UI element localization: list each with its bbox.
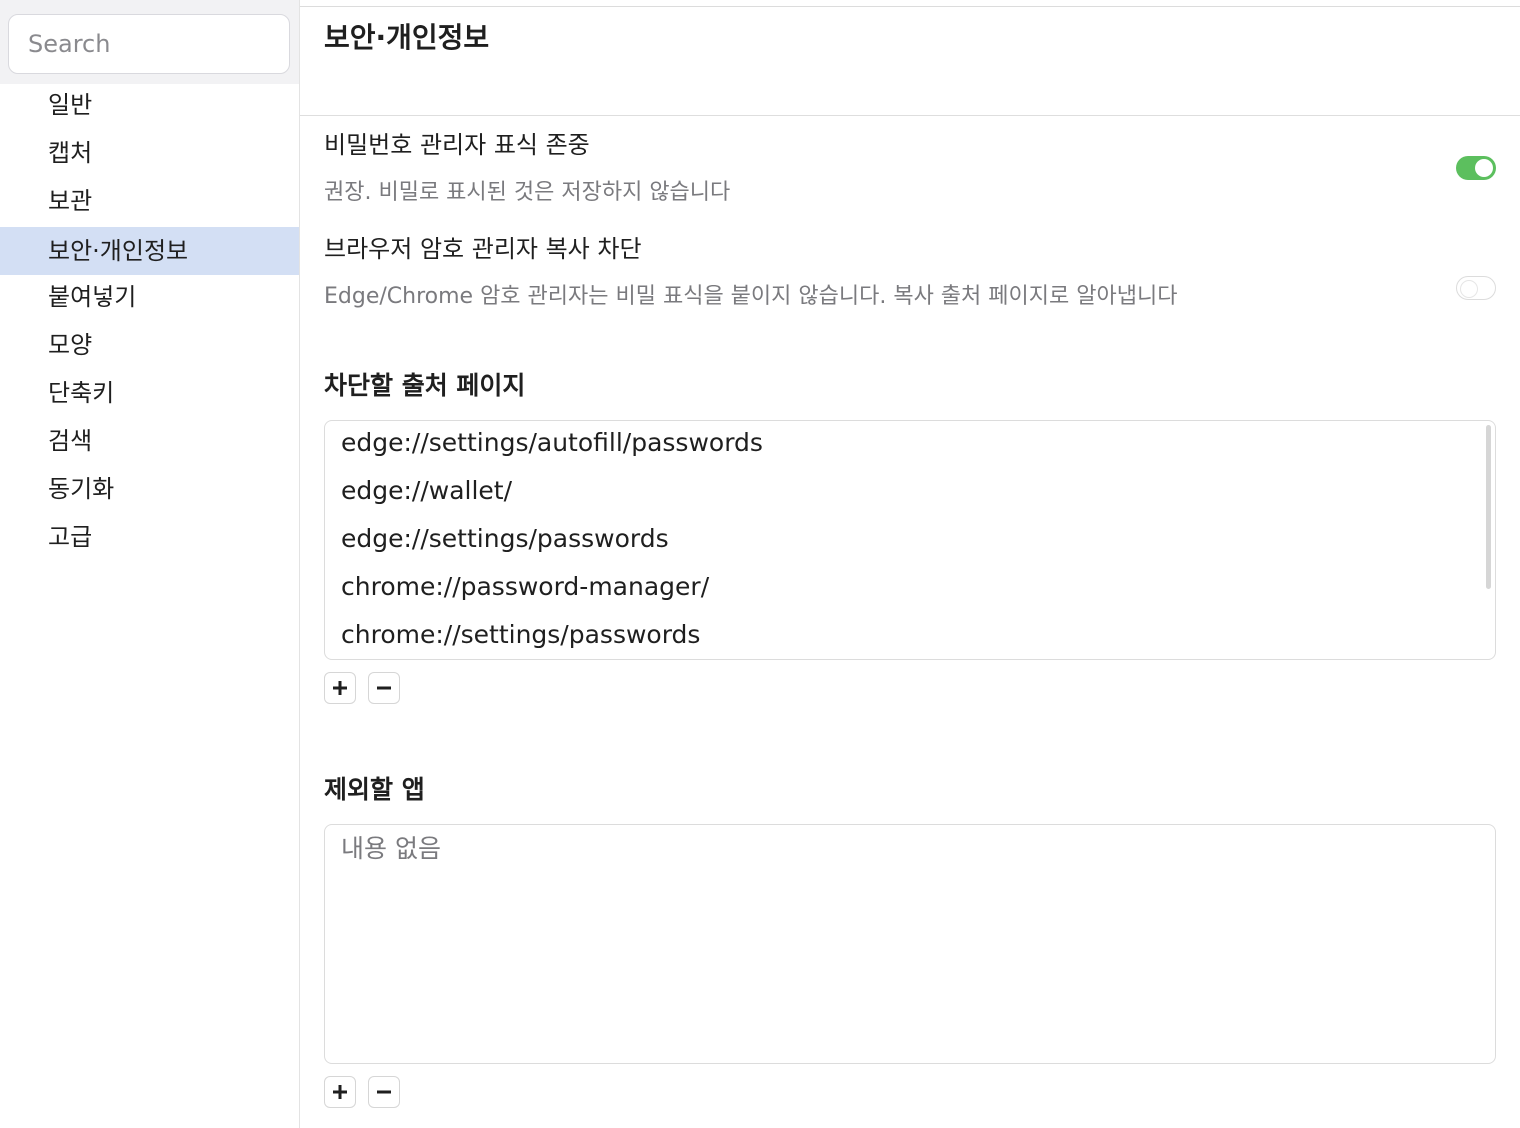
top-divider: [300, 6, 1520, 7]
add-excluded-app-button[interactable]: [324, 1076, 356, 1108]
blocked-pages-list[interactable]: edge://settings/autofill/passwords edge:…: [324, 420, 1496, 660]
sidebar-item-sync[interactable]: 동기화: [0, 465, 299, 513]
option-respect-password-manager-title: 비밀번호 관리자 표식 존중: [324, 131, 590, 159]
settings-window: 일반 캡처 보관 보안·개인정보 붙여넣기 모양 단축키 검색 동기화 고급 보…: [0, 0, 1520, 1128]
option-block-browser-password-manager-description: Edge/Chrome 암호 관리자는 비밀 표식을 붙이지 않습니다. 복사 …: [324, 284, 1178, 309]
list-item[interactable]: edge://settings/passwords: [341, 517, 669, 565]
minus-icon: [377, 1090, 391, 1094]
blocked-pages-title: 차단할 출처 페이지: [324, 371, 526, 400]
sidebar-item-paste[interactable]: 붙여넣기: [0, 273, 299, 321]
sidebar-item-shortcuts[interactable]: 단축키: [0, 369, 299, 417]
header-divider: [300, 115, 1520, 116]
remove-excluded-app-button[interactable]: [368, 1076, 400, 1108]
list-item[interactable]: chrome://settings/passwords: [341, 613, 700, 659]
sidebar-item-advanced[interactable]: 고급: [0, 513, 299, 561]
sidebar-item-appearance[interactable]: 모양: [0, 321, 299, 369]
option-respect-password-manager-description: 권장. 비밀로 표시된 것은 저장하지 않습니다: [324, 180, 731, 205]
plus-icon: [333, 681, 347, 695]
search-area: [0, 0, 299, 84]
sidebar-item-security-privacy[interactable]: 보안·개인정보: [0, 227, 299, 275]
excluded-apps-title: 제외할 앱: [324, 775, 425, 804]
respect-password-manager-toggle[interactable]: [1456, 156, 1496, 180]
page-title: 보안·개인정보: [324, 21, 490, 54]
remove-blocked-page-button[interactable]: [368, 672, 400, 704]
sidebar-item-search[interactable]: 검색: [0, 417, 299, 465]
toggle-knob: [1475, 159, 1493, 177]
plus-icon: [333, 1085, 347, 1099]
sidebar-item-capture[interactable]: 캡처: [0, 129, 299, 177]
sidebar-item-storage[interactable]: 보관: [0, 177, 299, 225]
list-item[interactable]: edge://wallet/: [341, 469, 512, 517]
list-item[interactable]: edge://settings/autofill/passwords: [341, 421, 763, 469]
block-browser-password-manager-toggle[interactable]: [1456, 276, 1496, 300]
option-block-browser-password-manager-title: 브라우저 암호 관리자 복사 차단: [324, 235, 642, 263]
list-item[interactable]: chrome://password-manager/: [341, 565, 709, 613]
search-input[interactable]: [8, 14, 290, 74]
minus-icon: [377, 686, 391, 690]
list-scrollbar[interactable]: [1486, 425, 1491, 589]
main-panel: 보안·개인정보 비밀번호 관리자 표식 존중 권장. 비밀로 표시된 것은 저장…: [300, 0, 1520, 1128]
sidebar-item-general[interactable]: 일반: [0, 81, 299, 129]
sidebar: 일반 캡처 보관 보안·개인정보 붙여넣기 모양 단축키 검색 동기화 고급: [0, 0, 300, 1128]
excluded-apps-list[interactable]: 내용 없음: [324, 824, 1496, 1064]
toggle-knob: [1460, 280, 1478, 298]
add-blocked-page-button[interactable]: [324, 672, 356, 704]
empty-placeholder: 내용 없음: [341, 834, 441, 863]
